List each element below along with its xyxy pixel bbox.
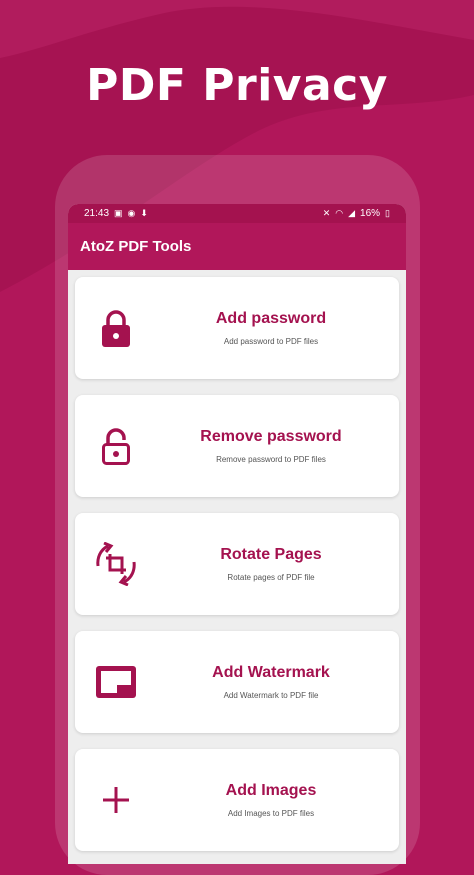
tool-title: Add password bbox=[215, 310, 327, 327]
tool-title: Rotate Pages bbox=[220, 546, 322, 563]
plus-icon bbox=[75, 785, 157, 815]
download-notification-icon: ⬇ bbox=[140, 208, 148, 218]
tool-subtitle: Rotate pages of PDF file bbox=[227, 573, 315, 582]
remove-password-card[interactable]: Remove password Remove password to PDF f… bbox=[75, 395, 399, 497]
unlock-icon bbox=[75, 426, 157, 466]
gallery-notification-icon: ▣ bbox=[114, 208, 123, 218]
tool-list: Add password Add password to PDF files R… bbox=[68, 270, 406, 851]
promo-title: PDF Privacy bbox=[86, 60, 388, 111]
signal-icon: ◢ bbox=[348, 208, 356, 218]
app-title: AtoZ PDF Tools bbox=[80, 238, 192, 255]
app-bar: AtoZ PDF Tools bbox=[68, 223, 406, 270]
tool-title: Add Images bbox=[225, 782, 317, 799]
tool-subtitle: Add password to PDF files bbox=[223, 337, 319, 346]
chat-notification-icon: ◉ bbox=[127, 208, 136, 218]
add-password-card[interactable]: Add password Add password to PDF files bbox=[75, 277, 399, 379]
tool-subtitle: Add Images to PDF files bbox=[227, 809, 315, 818]
tool-title: Add Watermark bbox=[212, 664, 330, 681]
rotate-icon bbox=[75, 542, 157, 586]
wifi-icon: ◠ bbox=[335, 208, 344, 218]
status-time: 21:43 bbox=[84, 208, 110, 219]
lock-icon bbox=[75, 308, 157, 348]
add-watermark-card[interactable]: Add Watermark Add Watermark to PDF file bbox=[75, 631, 399, 733]
battery-icon: ▯ bbox=[385, 208, 390, 218]
battery-percent: 16% bbox=[360, 208, 381, 219]
mute-icon: ✕ bbox=[322, 208, 331, 218]
tool-subtitle: Remove password to PDF files bbox=[216, 455, 326, 464]
tool-subtitle: Add Watermark to PDF file bbox=[223, 691, 319, 700]
watermark-icon bbox=[75, 665, 157, 699]
phone-screen: 21:43 ▣ ◉ ⬇ ✕ ◠ ◢ 16% ▯ AtoZ PDF Tools A… bbox=[68, 204, 406, 864]
status-bar: 21:43 ▣ ◉ ⬇ ✕ ◠ ◢ 16% ▯ bbox=[68, 204, 406, 223]
rotate-pages-card[interactable]: Rotate Pages Rotate pages of PDF file bbox=[75, 513, 399, 615]
tool-title: Remove password bbox=[200, 428, 342, 445]
add-images-card[interactable]: Add Images Add Images to PDF files bbox=[75, 749, 399, 851]
